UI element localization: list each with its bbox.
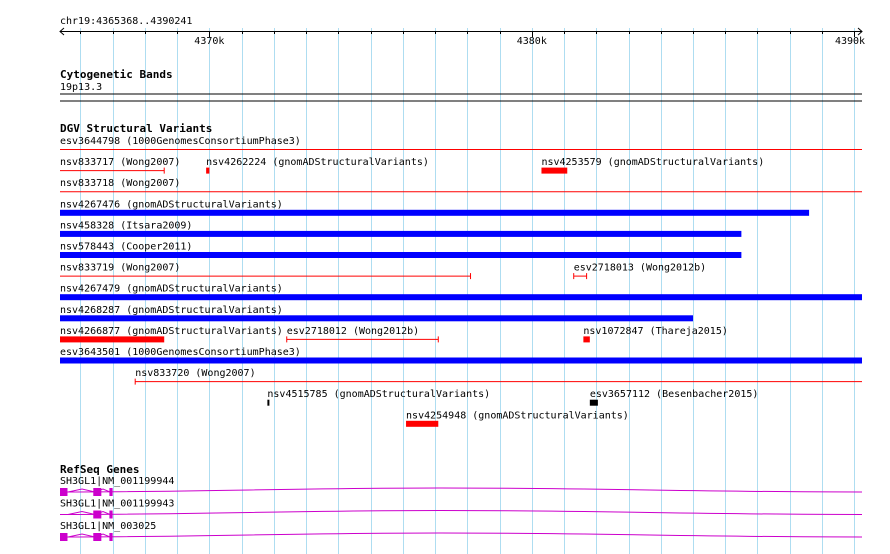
- ruler[interactable]: chr19:4365368..4390241 4370k 4380k 4390k: [59, 16, 865, 47]
- dgv-feature-label: nsv4262224 (gnomADStructuralVariants): [206, 157, 429, 168]
- dgv-feature[interactable]: nsv4515785 (gnomADStructuralVariants): [267, 389, 490, 406]
- dgv-track-title: DGV Structural Variants: [60, 122, 212, 135]
- refseq-exon: [109, 488, 113, 496]
- dgv-feature-label: nsv833720 (Wong2007): [135, 368, 255, 379]
- dgv-feature[interactable]: nsv4267479 (gnomADStructuralVariants): [60, 284, 862, 301]
- ruler-tick-label: 4370k: [194, 36, 224, 47]
- cytoband-track[interactable]: Cytogenetic Bands 19p13.3: [60, 68, 862, 102]
- dgv-feature-label: nsv833719 (Wong2007): [60, 263, 180, 274]
- dgv-feature-label: nsv4515785 (gnomADStructuralVariants): [267, 389, 490, 400]
- dgv-feature-box: [60, 294, 862, 301]
- dgv-feature[interactable]: esv3644798 (1000GenomesConsortiumPhase3): [60, 136, 862, 150]
- dgv-track: DGV Structural Variants esv3644798 (1000…: [60, 122, 862, 427]
- dgv-feature[interactable]: nsv458328 (Itsara2009): [60, 220, 742, 237]
- dgv-feature-box: [406, 420, 439, 427]
- dgv-feature-label: esv2718013 (Wong2012b): [574, 263, 706, 274]
- refseq-exon: [60, 533, 68, 541]
- dgv-feature-box: [60, 357, 862, 364]
- dgv-feature-label: nsv4266877 (gnomADStructuralVariants): [60, 326, 283, 337]
- dgv-feature[interactable]: esv2718012 (Wong2012b): [286, 326, 439, 343]
- dgv-feature-label: esv3644798 (1000GenomesConsortiumPhase3): [60, 136, 301, 147]
- refseq-gene-label: SH3GL1|NM_001199944: [60, 476, 174, 487]
- dgv-feature[interactable]: nsv833718 (Wong2007): [60, 178, 862, 193]
- dgv-feature[interactable]: nsv4267476 (gnomADStructuralVariants): [60, 199, 810, 216]
- dgv-feature[interactable]: nsv4253579 (gnomADStructuralVariants): [541, 157, 764, 174]
- dgv-feature-label: esv2718012 (Wong2012b): [287, 326, 419, 337]
- dgv-feature[interactable]: nsv4268287 (gnomADStructuralVariants): [60, 305, 694, 322]
- dgv-feature-list: esv3644798 (1000GenomesConsortiumPhase3)…: [60, 136, 862, 427]
- dgv-feature[interactable]: esv3643501 (1000GenomesConsortiumPhase3): [60, 347, 862, 364]
- ruler-tick-label: 4380k: [517, 36, 547, 47]
- refseq-track-title: RefSeq Genes: [60, 463, 139, 476]
- ruler-location: chr19:4365368..4390241: [60, 16, 192, 27]
- refseq-exon: [109, 533, 113, 541]
- dgv-feature-box: [206, 167, 210, 174]
- dgv-feature[interactable]: nsv4254948 (gnomADStructuralVariants): [406, 410, 629, 427]
- refseq-gene-label: SH3GL1|NM_001199943: [60, 499, 174, 510]
- dgv-feature-label: nsv4267479 (gnomADStructuralVariants): [60, 284, 283, 295]
- dgv-feature-box: [583, 336, 590, 343]
- dgv-feature[interactable]: nsv4266877 (gnomADStructuralVariants): [60, 326, 283, 343]
- refseq-gene-list: SH3GL1|NM_001199944 SH3GL1|NM_001199943 SH…: [59, 476, 863, 541]
- dgv-feature-label: esv3657112 (Besenbacher2015): [590, 389, 759, 400]
- refseq-exon: [93, 533, 102, 541]
- dgv-feature-label: nsv4253579 (gnomADStructuralVariants): [541, 157, 764, 168]
- dgv-feature-label: nsv833717 (Wong2007): [60, 157, 180, 168]
- dgv-feature-box: [60, 230, 742, 237]
- dgv-feature-box: [60, 336, 165, 343]
- ruler-axis: 4370k 4380k 4390k: [59, 27, 865, 47]
- dgv-feature-label: nsv4268287 (gnomADStructuralVariants): [60, 305, 283, 316]
- dgv-feature-box: [60, 252, 742, 258]
- dgv-feature[interactable]: esv3657112 (Besenbacher2015): [589, 389, 759, 406]
- dgv-feature-label: nsv833718 (Wong2007): [60, 178, 180, 189]
- dgv-feature-label: nsv578443 (Cooper2011): [60, 242, 192, 253]
- cytoband-track-title: Cytogenetic Bands: [60, 68, 173, 81]
- refseq-exon: [60, 488, 68, 496]
- refseq-exon: [93, 488, 102, 496]
- refseq-intron-line: [59, 532, 863, 538]
- dgv-feature-box: [60, 315, 694, 322]
- dgv-feature[interactable]: esv2718013 (Wong2012b): [573, 263, 706, 280]
- dgv-feature-label: nsv4254948 (gnomADStructuralVariants): [406, 410, 629, 421]
- dgv-feature[interactable]: nsv4262224 (gnomADStructuralVariants): [206, 157, 429, 174]
- dgv-feature[interactable]: nsv833719 (Wong2007): [60, 263, 472, 280]
- ruler-tick-label: 4390k: [835, 36, 865, 47]
- refseq-intron-line: [59, 509, 863, 515]
- refseq-intron-line: [59, 487, 863, 493]
- refseq-gene[interactable]: SH3GL1|NM_003025: [59, 521, 863, 541]
- refseq-exon: [93, 510, 102, 519]
- refseq-gene-label: SH3GL1|NM_003025: [60, 521, 156, 532]
- dgv-feature[interactable]: nsv833717 (Wong2007): [60, 157, 180, 174]
- refseq-gene[interactable]: SH3GL1|NM_001199944: [59, 476, 863, 496]
- dgv-feature[interactable]: nsv833720 (Wong2007): [134, 368, 862, 385]
- dgv-feature-label: esv3643501 (1000GenomesConsortiumPhase3): [60, 347, 301, 358]
- dgv-feature-label: nsv4267476 (gnomADStructuralVariants): [60, 199, 283, 210]
- dgv-feature[interactable]: nsv1072847 (Thareja2015): [583, 326, 728, 343]
- dgv-feature-label: nsv1072847 (Thareja2015): [583, 326, 728, 337]
- dgv-feature-box: [589, 399, 598, 406]
- dgv-feature-box: [60, 209, 810, 216]
- refseq-exon: [109, 510, 113, 519]
- dgv-feature[interactable]: nsv578443 (Cooper2011): [60, 242, 742, 259]
- cytoband-band-label: 19p13.3: [60, 82, 102, 93]
- refseq-track: RefSeq Genes SH3GL1|NM_001199944SH3GL1|N…: [59, 463, 863, 541]
- genome-browser-view: chr19:4365368..4390241 4370k 4380k 4390k C…: [59, 16, 865, 554]
- dgv-feature-box: [267, 399, 270, 406]
- dgv-feature-label: nsv458328 (Itsara2009): [60, 220, 192, 231]
- dgv-feature-box: [541, 167, 568, 174]
- refseq-gene[interactable]: SH3GL1|NM_001199943: [59, 499, 863, 519]
